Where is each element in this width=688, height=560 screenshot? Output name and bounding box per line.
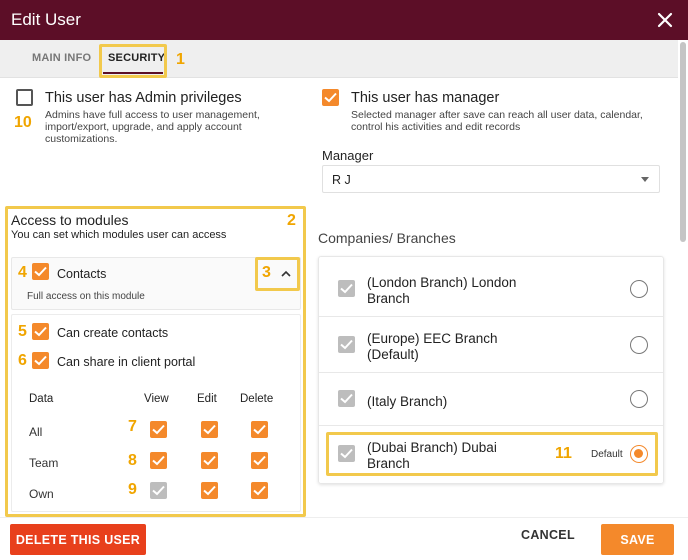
checkmark-icon [324,92,337,103]
permissions-header-data: Data [29,393,54,405]
permission-own-delete-checkbox[interactable] [251,482,268,499]
can-create-contacts-label: Can create contacts [57,326,169,340]
checkmark-icon [152,455,165,466]
manager-select[interactable]: R J [322,165,660,193]
branch-italy-default-radio[interactable] [630,390,648,408]
has-manager-checkbox[interactable] [322,89,339,106]
scrollbar[interactable] [680,42,686,242]
checkmark-icon [253,455,266,466]
checkmark-icon [253,485,266,496]
branch-dubai-name-line-1: (Dubai Branch) Dubai [367,440,497,455]
branch-europe-name-line-1: (Europe) EEC Branch [367,331,498,346]
checkmark-icon [203,485,216,496]
chevron-up-icon [281,270,291,277]
can-share-portal-checkbox[interactable] [32,352,49,369]
permissions-header-delete: Delete [240,393,274,405]
contacts-module-label: Contacts [57,267,107,281]
permission-all-delete-checkbox[interactable] [251,421,268,438]
default-branch-badge: Default [591,449,623,460]
checkmark-icon [203,455,216,466]
checkmark-icon [34,266,47,277]
permissions-header-view: View [144,393,169,405]
checkmark-icon [340,283,353,294]
manager-description-line-2: control his activities and edit records [351,121,521,133]
branches-heading: Companies/ Branches [318,230,456,246]
branch-dubai-name-line-2: Branch [367,456,410,471]
title-bar: Edit User [0,0,688,40]
annotation-number-2: 2 [287,212,296,229]
admin-description-line-2: import/export, upgrade, and apply accoun… [45,121,242,133]
modules-title: Access to modules [11,212,129,228]
annotation-highlight-tab [99,44,167,78]
checkmark-icon [253,424,266,435]
branch-london-name-line-2: Branch [367,291,410,306]
chevron-down-icon [641,177,649,182]
branch-london-default-radio[interactable] [630,280,648,298]
annotation-number-11: 11 [555,445,572,462]
permission-row-label-team: Team [29,456,59,470]
permission-row-label-own: Own [29,487,54,501]
close-icon[interactable] [654,9,676,31]
branch-europe-name-line-2: (Default) [367,347,419,362]
checkmark-icon [152,424,165,435]
permission-own-view-checkbox [150,482,167,499]
checkmark-icon [203,424,216,435]
permission-all-edit-checkbox[interactable] [201,421,218,438]
annotation-number-8: 8 [128,452,137,469]
branch-europe-default-radio[interactable] [630,336,648,354]
can-share-portal-label: Can share in client portal [57,355,196,369]
tab-main-info[interactable]: MAIN INFO [32,52,91,64]
dialog-title: Edit User [11,10,81,29]
permission-own-edit-checkbox[interactable] [201,482,218,499]
save-button[interactable]: SAVE [601,524,674,555]
delete-user-button[interactable]: DELETE THIS USER [10,524,146,555]
branch-europe-checkbox [338,336,355,353]
contacts-access-note: Full access on this module [27,291,145,302]
cancel-button[interactable]: CANCEL [521,528,575,542]
annotation-number-4: 4 [18,264,27,281]
can-create-contacts-checkbox[interactable] [32,323,49,340]
branch-london-name-line-1: (London Branch) London [367,275,517,290]
checkmark-icon [34,326,47,337]
manager-select-value: R J [332,173,351,187]
branch-italy-checkbox [338,390,355,407]
annotation-number-6: 6 [18,352,27,369]
branch-dubai-default-radio[interactable] [630,445,648,463]
permission-team-delete-checkbox[interactable] [251,452,268,469]
permissions-header-edit: Edit [197,393,217,405]
permission-all-view-checkbox[interactable] [150,421,167,438]
collapse-module-toggle[interactable]: 3 [255,257,300,291]
admin-description-line-3: customizations. [45,133,118,145]
manager-field-label: Manager [322,148,374,163]
annotation-number-10: 10 [14,114,32,131]
checkmark-icon [340,393,353,404]
annotation-number-3: 3 [262,264,271,281]
admin-privileges-checkbox[interactable] [16,89,33,106]
permission-team-view-checkbox[interactable] [150,452,167,469]
annotation-number-5: 5 [18,323,27,340]
branch-london-checkbox [338,280,355,297]
permission-team-edit-checkbox[interactable] [201,452,218,469]
permission-row-label-all: All [29,425,43,439]
annotation-number-1: 1 [176,51,185,68]
checkmark-icon [34,355,47,366]
admin-privileges-label: This user has Admin privileges [45,90,242,106]
annotation-number-9: 9 [128,481,137,498]
modules-subtitle: You can set which modules user can acces… [11,229,227,241]
contacts-module-checkbox[interactable] [32,263,49,280]
branch-italy-name: (Italy Branch) [367,394,448,409]
checkmark-icon [152,485,165,496]
has-manager-label: This user has manager [351,90,500,106]
admin-description-line-1: Admins have full access to user manageme… [45,109,260,121]
branch-dubai-checkbox [338,445,355,462]
manager-description-line-1: Selected manager after save can reach al… [351,109,643,121]
checkmark-icon [340,339,353,350]
checkmark-icon [340,448,353,459]
annotation-number-7: 7 [128,418,137,435]
